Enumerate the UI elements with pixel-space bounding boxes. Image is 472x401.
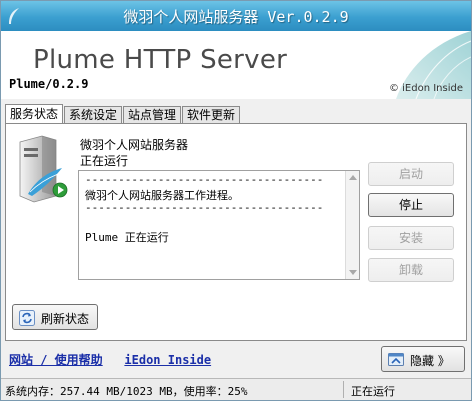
tab-site-management[interactable]: 站点管理: [123, 106, 182, 124]
iedon-inside-link[interactable]: iEdon Inside: [124, 353, 211, 367]
hide-label: 隐藏 》: [410, 354, 450, 368]
log-line: ------------------------------------: [85, 173, 324, 186]
install-button[interactable]: 安装: [368, 226, 454, 250]
banner: Plume HTTP Server Plume/0.2.9 © iEdon In…: [1, 31, 471, 99]
banner-version: Plume/0.2.9: [9, 77, 89, 91]
log-line: ------------------------------------: [85, 201, 324, 214]
log-scrollbar[interactable]: [345, 171, 359, 279]
refresh-status-button[interactable]: 刷新状态: [12, 304, 98, 330]
window-title: 微羽个人网站服务器 Ver.0.2.9: [123, 8, 349, 26]
scroll-down-arrow-icon[interactable]: [349, 270, 357, 275]
tab-software-update[interactable]: 软件更新: [182, 106, 241, 124]
refresh-icon: [19, 310, 35, 326]
website-help-link[interactable]: 网站 / 使用帮助: [9, 353, 103, 367]
memory-status: 系统内存：257.44 MB/1023 MB，使用率：25%: [5, 385, 248, 398]
service-status-panel: 微羽个人网站服务器 正在运行 -------------------------…: [5, 123, 467, 341]
title-bar[interactable]: 微羽个人网站服务器 Ver.0.2.9: [1, 1, 471, 31]
tab-system-settings[interactable]: 系统设定: [64, 106, 123, 124]
refresh-status-label: 刷新状态: [41, 312, 90, 326]
banner-credit: © iEdon Inside: [388, 83, 463, 94]
status-bar: 系统内存：257.44 MB/1023 MB，使用率：25% 正在运行: [1, 378, 471, 400]
status-divider: [343, 381, 344, 398]
tab-service-status[interactable]: 服务状态: [5, 104, 64, 124]
service-name: 微羽个人网站服务器: [80, 138, 189, 152]
uninstall-button[interactable]: 卸载: [368, 258, 454, 282]
log-output[interactable]: ------------------------------------ 微羽个…: [78, 170, 360, 280]
running-status: 正在运行: [351, 385, 395, 398]
banner-title: Plume HTTP Server: [33, 45, 288, 75]
start-button[interactable]: 启动: [368, 162, 454, 186]
hide-icon: [388, 353, 404, 366]
tab-bar: 服务状态 系统设定 站点管理 软件更新: [5, 104, 241, 124]
footer-links: 网站 / 使用帮助 iEdon Inside: [9, 351, 211, 368]
app-window: 微羽个人网站服务器 Ver.0.2.9 Plume HTTP Server Pl…: [0, 0, 472, 401]
service-status: 正在运行: [80, 154, 129, 168]
scroll-up-arrow-icon[interactable]: [349, 175, 357, 180]
server-icon: [19, 135, 68, 203]
log-line: Plume 正在运行: [85, 231, 169, 244]
hide-button[interactable]: 隐藏 》: [381, 346, 465, 372]
stop-button[interactable]: 停止: [368, 193, 454, 217]
